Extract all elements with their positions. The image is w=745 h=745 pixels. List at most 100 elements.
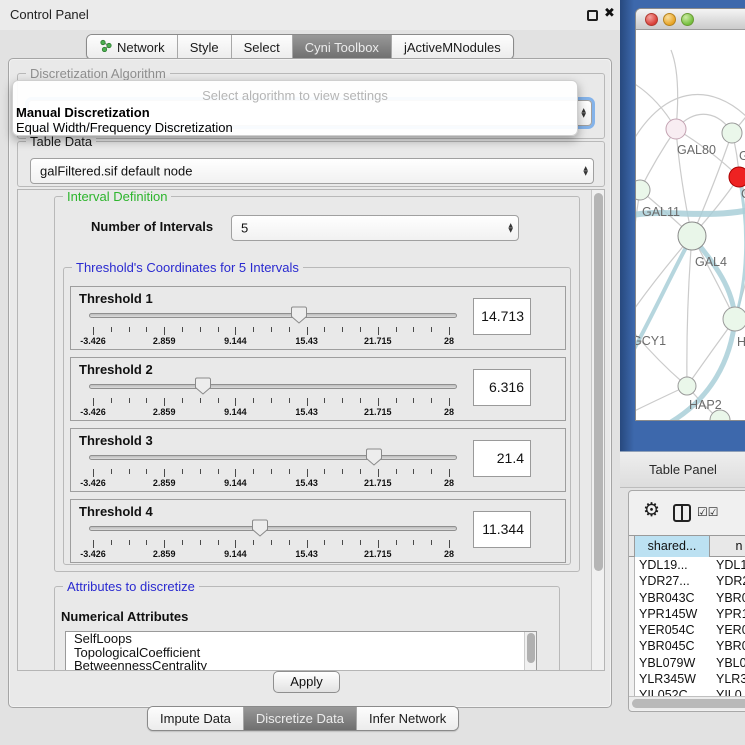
close-light-icon[interactable] — [645, 13, 658, 26]
network-node[interactable] — [723, 307, 745, 331]
settings-vertical-scrollbar[interactable] — [591, 190, 604, 670]
table-row[interactable]: YER054CYER0 — [635, 622, 745, 638]
network-node[interactable] — [678, 222, 706, 250]
close-icon[interactable]: ✖ — [604, 6, 615, 21]
threshold-value-field[interactable]: 11.344 — [473, 511, 531, 548]
network-edge[interactable] — [640, 129, 676, 190]
table-row[interactable]: YBR043CYBR0 — [635, 590, 745, 606]
attributes-scrollbar[interactable] — [524, 632, 536, 671]
tab-network[interactable]: Network — [87, 35, 177, 59]
threshold-slider[interactable]: -3.4262.8599.14415.4321.71528 — [81, 447, 467, 491]
table-toolbar: ⚙ ☑☑ — [629, 491, 745, 535]
network-node[interactable] — [722, 123, 742, 143]
tick-mark — [93, 398, 94, 406]
tick-label: 21.715 — [355, 478, 401, 488]
table-data-group: Table Data galFiltered.sif default node … — [17, 141, 605, 187]
list-item[interactable]: TopologicalCoefficient — [66, 646, 536, 660]
tab-select[interactable]: Select — [231, 35, 292, 59]
table-row[interactable]: YDR27...YDR2 — [635, 573, 745, 589]
tick-mark — [235, 398, 236, 406]
tick-mark — [182, 327, 183, 332]
slider-track[interactable] — [89, 526, 457, 531]
tick-mark — [378, 398, 379, 406]
threshold-label: Threshold 2 — [79, 362, 153, 377]
slider-track[interactable] — [89, 384, 457, 389]
apply-button[interactable]: Apply — [273, 671, 340, 693]
split-pane-icon[interactable] — [673, 504, 691, 522]
tab-style[interactable]: Style — [177, 35, 231, 59]
column-header-shared[interactable]: shared... — [634, 536, 710, 558]
tick-mark — [413, 327, 414, 332]
tick-mark — [449, 540, 450, 548]
tab-cyni-toolbox[interactable]: Cyni Toolbox — [292, 35, 391, 59]
network-edge[interactable] — [671, 50, 678, 129]
network-icon — [99, 39, 112, 55]
tick-mark — [289, 327, 290, 332]
threshold-slider[interactable]: -3.4262.8599.14415.4321.71528 — [81, 305, 467, 349]
table-row[interactable]: YBR045CYBR0 — [635, 638, 745, 654]
node-table: ⚙ ☑☑ shared... n YDL19...YDL1YDR27...YDR… — [628, 490, 745, 712]
network-node[interactable] — [678, 377, 696, 395]
table-panel-titlebar: Table Panel — [620, 451, 745, 488]
scrollbar-thumb[interactable] — [527, 633, 535, 663]
network-view-frame: GAL80GGAL11CGAL4GCY1HHAP2 — [620, 0, 745, 453]
threshold-value-field[interactable]: 14.713 — [473, 298, 531, 335]
table-row[interactable]: YDL19...YDL1 — [635, 557, 745, 573]
network-node[interactable] — [666, 119, 686, 139]
tick-mark — [413, 469, 414, 474]
tick-mark — [111, 469, 112, 474]
table-horizontal-scrollbar[interactable] — [629, 696, 745, 710]
threshold-value-field[interactable]: 6.316 — [473, 369, 531, 406]
table-row[interactable]: YPR145WYPR1 — [635, 606, 745, 622]
numerical-attributes-list[interactable]: SelfLoopsTopologicalCoefficientBetweenne… — [65, 631, 537, 671]
tick-mark — [164, 540, 165, 548]
dropdown-option-equal-width-frequency[interactable]: Equal Width/Frequency Discretization — [16, 120, 233, 135]
network-canvas[interactable]: GAL80GGAL11CGAL4GCY1HHAP2 — [636, 30, 745, 421]
threshold-slider[interactable]: -3.4262.8599.14415.4321.71528 — [81, 518, 467, 562]
network-window-titlebar[interactable] — [636, 9, 745, 30]
float-window-icon[interactable] — [587, 10, 598, 21]
tick-mark — [200, 398, 201, 403]
tab-jactivemnodules[interactable]: jActiveMNodules — [391, 35, 513, 59]
group-title: Discretization Algorithm — [26, 66, 170, 81]
slider-thumb-icon[interactable] — [366, 448, 382, 466]
threshold-slider[interactable]: -3.4262.8599.14415.4321.71528 — [81, 376, 467, 420]
table-row[interactable]: YLR345WYLR3 — [635, 671, 745, 687]
table-row[interactable]: YBL079WYBL0 — [635, 655, 745, 671]
dropdown-option-manual-discretization[interactable]: Manual Discretization — [16, 105, 150, 120]
network-edge[interactable] — [687, 236, 692, 386]
gear-icon[interactable]: ⚙ — [643, 499, 660, 521]
network-node[interactable] — [729, 167, 745, 187]
scrollbar-thumb[interactable] — [594, 193, 603, 571]
slider-thumb-icon[interactable] — [252, 519, 268, 537]
tab-impute-data[interactable]: Impute Data — [148, 707, 243, 730]
number-of-intervals-combobox[interactable]: 5 ▲▼ — [231, 215, 519, 241]
checkbox-icons[interactable]: ☑☑ — [697, 505, 719, 519]
bottom-tab-bar: Impute Data Discretize Data Infer Networ… — [147, 706, 459, 731]
tick-mark — [324, 540, 325, 545]
slider-thumb-icon[interactable] — [195, 377, 211, 395]
tick-mark — [218, 469, 219, 474]
tick-mark — [396, 327, 397, 332]
tab-discretize-data[interactable]: Discretize Data — [243, 707, 356, 730]
table-data-combobox[interactable]: galFiltered.sif default node ▲▼ — [30, 158, 594, 184]
slider-track[interactable] — [89, 455, 457, 460]
column-header-name[interactable]: n — [711, 536, 745, 558]
table-row[interactable]: YIL052CYIL0 — [635, 687, 745, 696]
slider-track[interactable] — [89, 313, 457, 318]
list-item[interactable]: SelfLoops — [66, 632, 536, 646]
zoom-light-icon[interactable] — [681, 13, 694, 26]
tick-mark — [253, 469, 254, 474]
threshold-coordinates-group: Threshold's Coordinates for 5 Intervals … — [63, 267, 571, 565]
minimize-light-icon[interactable] — [663, 13, 676, 26]
tab-infer-network[interactable]: Infer Network — [356, 707, 458, 730]
list-item[interactable]: BetweennessCentrality — [66, 659, 536, 671]
slider-thumb-icon[interactable] — [291, 306, 307, 324]
tick-mark — [182, 398, 183, 403]
tick-mark — [129, 327, 130, 332]
scrollbar-thumb[interactable] — [632, 699, 745, 708]
threshold-value-field[interactable]: 21.4 — [473, 440, 531, 477]
tick-label: 15.43 — [284, 336, 330, 346]
tick-label: 28 — [426, 336, 472, 346]
tick-label: 2.859 — [141, 549, 187, 559]
